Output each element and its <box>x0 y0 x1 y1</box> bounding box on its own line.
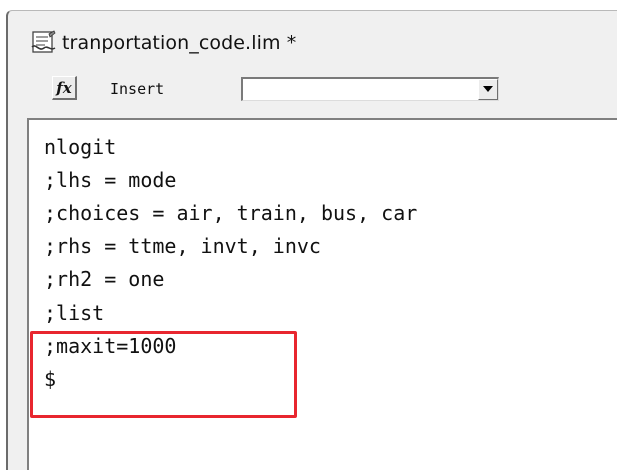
fx-icon: fx <box>56 78 72 97</box>
code-line: nlogit <box>44 135 117 159</box>
insert-dropdown[interactable] <box>241 77 499 101</box>
dropdown-arrow-button[interactable] <box>478 79 498 100</box>
highlight-annotation-box <box>30 331 297 418</box>
window-titlebar[interactable]: tranportation_code.lim * <box>8 18 617 68</box>
code-line: ;list <box>44 301 105 325</box>
code-line: ;rh2 = one <box>44 267 165 291</box>
chevron-down-icon <box>483 86 493 92</box>
code-line: ;lhs = mode <box>44 168 177 192</box>
fx-button[interactable]: fx <box>52 76 77 100</box>
code-line: ;rhs = ttme, invt, invc <box>44 234 321 258</box>
code-line: ;choices = air, train, bus, car <box>44 201 418 225</box>
insert-label: Insert <box>110 80 165 98</box>
script-file-icon <box>30 30 58 56</box>
window-title: tranportation_code.lim * <box>62 32 297 54</box>
